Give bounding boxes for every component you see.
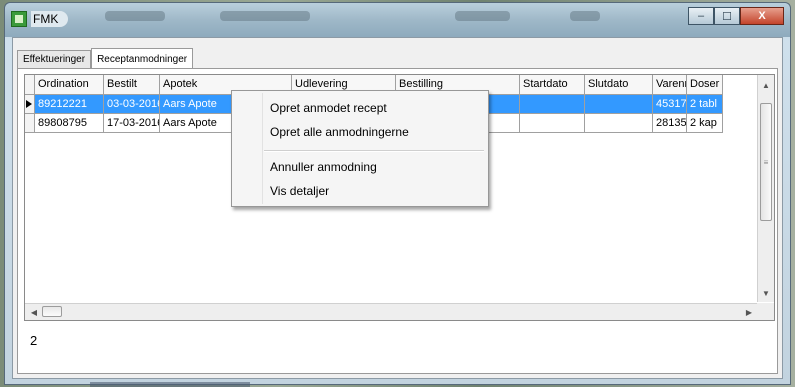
taskbar-fragment (90, 382, 250, 387)
scroll-left-icon[interactable]: ◀ (26, 304, 42, 320)
blurred-background (455, 11, 510, 21)
blurred-background (220, 11, 310, 21)
context-menu: Opret anmodet recept Opret alle anmodnin… (231, 90, 489, 207)
menu-item-annuller-anmodning[interactable]: Annuller anmodning (270, 160, 377, 174)
table-cell[interactable]: 03-03-2016 (104, 95, 160, 114)
table-cell[interactable] (585, 114, 653, 133)
client-area: Effektueringer Receptanmodninger Ordinat… (12, 37, 783, 379)
table-cell[interactable]: 2 tabl (687, 95, 723, 114)
maximize-button[interactable]: ☐ (714, 7, 740, 25)
table-cell[interactable]: 2 kap (687, 114, 723, 133)
scroll-thumb[interactable] (42, 306, 62, 317)
menu-gutter (262, 93, 263, 204)
scroll-up-icon[interactable]: ▲ (758, 77, 774, 93)
column-header-slutdato[interactable]: Slutdato (585, 75, 653, 95)
scroll-corner (757, 303, 774, 320)
column-header-bestilt[interactable]: Bestilt (104, 75, 160, 95)
table-cell[interactable] (585, 95, 653, 114)
table-cell[interactable] (520, 114, 585, 133)
blurred-background (570, 11, 600, 21)
record-count: 2 (30, 333, 38, 348)
row-selector[interactable] (25, 114, 35, 133)
row-header-corner (25, 75, 35, 95)
current-row-arrow-icon (26, 100, 32, 108)
table-cell[interactable]: 17-03-2016 (104, 114, 160, 133)
blurred-background (105, 11, 165, 21)
table-cell[interactable]: 89808795 (35, 114, 104, 133)
app-icon (11, 11, 27, 27)
close-button[interactable]: X (740, 7, 784, 25)
table-cell[interactable]: 89212221 (35, 95, 104, 114)
tab-receptanmodninger[interactable]: Receptanmodninger (91, 48, 194, 69)
table-cell[interactable] (520, 95, 585, 114)
scroll-down-icon[interactable]: ▼ (758, 285, 774, 301)
column-header-startdato[interactable]: Startdato (520, 75, 585, 95)
column-header-ordination[interactable]: Ordination (35, 75, 104, 95)
tab-strip: Effektueringer Receptanmodninger (17, 46, 194, 69)
menu-item-opret-alle[interactable]: Opret alle anmodningerne (270, 125, 409, 139)
menu-separator (264, 150, 484, 152)
row-selector[interactable] (25, 95, 35, 114)
title-bar[interactable]: FMK – ☐ X (5, 3, 790, 37)
column-header-varenr[interactable]: Varenr (653, 75, 687, 95)
menu-item-opret-anmodet-recept[interactable]: Opret anmodet recept (270, 101, 387, 115)
window-controls: – ☐ X (688, 7, 784, 27)
menu-item-vis-detaljer[interactable]: Vis detaljer (270, 184, 329, 198)
table-cell[interactable]: 453175 (653, 95, 687, 114)
table-cell[interactable]: 28135 (653, 114, 687, 133)
horizontal-scrollbar[interactable]: ◀ ▶ (25, 303, 758, 320)
scroll-thumb[interactable]: ≡ (760, 103, 772, 221)
vertical-scrollbar[interactable]: ▲ ≡ ▼ (757, 75, 774, 302)
minimize-button[interactable]: – (688, 7, 714, 25)
column-header-doser[interactable]: Doser (687, 75, 723, 95)
tab-effektueringer[interactable]: Effektueringer (17, 50, 92, 68)
scroll-right-icon[interactable]: ▶ (741, 304, 757, 320)
window-title: FMK (31, 11, 69, 27)
